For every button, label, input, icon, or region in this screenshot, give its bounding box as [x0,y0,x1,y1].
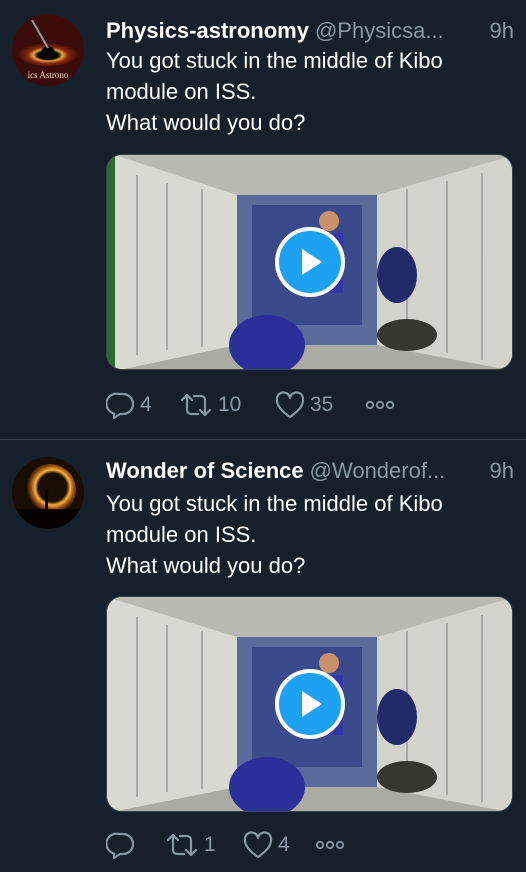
timestamp[interactable]: 9h [490,458,514,484]
reply-count: 4 [140,393,152,416]
tweet-text-line: What would you do? [106,553,306,578]
avatar[interactable] [12,457,84,529]
tweet[interactable]: Wonder of Science @Wonderof... 9h You go… [0,440,526,872]
more-dots-icon [365,400,395,410]
reply-icon [106,392,135,420]
avatar[interactable]: ics Astrono [12,14,84,86]
tweet-text: You got stuck in the middle of Kibo modu… [106,45,514,138]
handle[interactable]: @Physicsa... [315,18,444,44]
tweet-header: Physics-astronomy @Physicsa... 9h [106,18,514,44]
play-icon [301,691,322,717]
tweet-header: Wonder of Science @Wonderof... 9h [106,458,514,484]
like-count: 4 [278,833,290,856]
tweet-text-line: You got stuck in the middle of Kibo [106,48,443,73]
timestamp[interactable]: 9h [490,18,514,44]
reply-button[interactable]: 4 [106,390,178,420]
display-name[interactable]: Wonder of Science [106,458,304,484]
retweet-count: 10 [218,393,242,416]
avatar-logo-text: ics Astrono [28,70,69,80]
more-dots-icon [315,840,345,850]
video-player[interactable] [106,596,513,812]
play-icon [301,249,322,275]
handle[interactable]: @Wonderof... [310,458,446,484]
retweet-count: 1 [204,833,216,856]
display-name[interactable]: Physics-astronomy [106,18,309,44]
tweet-text: You got stuck in the middle of Kibo modu… [106,488,514,581]
play-button[interactable] [274,227,345,297]
more-options-button[interactable] [314,838,346,852]
like-button[interactable]: 4 [242,830,314,860]
reply-icon [106,832,135,860]
like-count: 35 [310,393,334,416]
video-player[interactable] [106,154,513,370]
tweet-text-line: module on ISS. [106,522,257,547]
like-button[interactable]: 35 [274,390,364,420]
retweet-icon [180,393,212,417]
retweet-icon [166,833,198,857]
tweet-actions: 1 4 [106,830,346,860]
heart-icon [275,391,305,419]
tweet-text-line: What would you do? [106,110,306,135]
tweet[interactable]: ics Astrono Physics-astronomy @Physicsa.… [0,0,526,440]
tweet-text-line: You got stuck in the middle of Kibo [106,491,443,516]
tweet-text-line: module on ISS. [106,79,257,104]
reply-button[interactable] [106,830,164,860]
heart-icon [243,831,273,859]
retweet-button[interactable]: 1 [164,830,242,860]
tweet-actions: 4 10 35 [106,390,396,420]
retweet-button[interactable]: 10 [178,390,274,420]
play-button[interactable] [274,669,345,739]
more-options-button[interactable] [364,398,396,412]
